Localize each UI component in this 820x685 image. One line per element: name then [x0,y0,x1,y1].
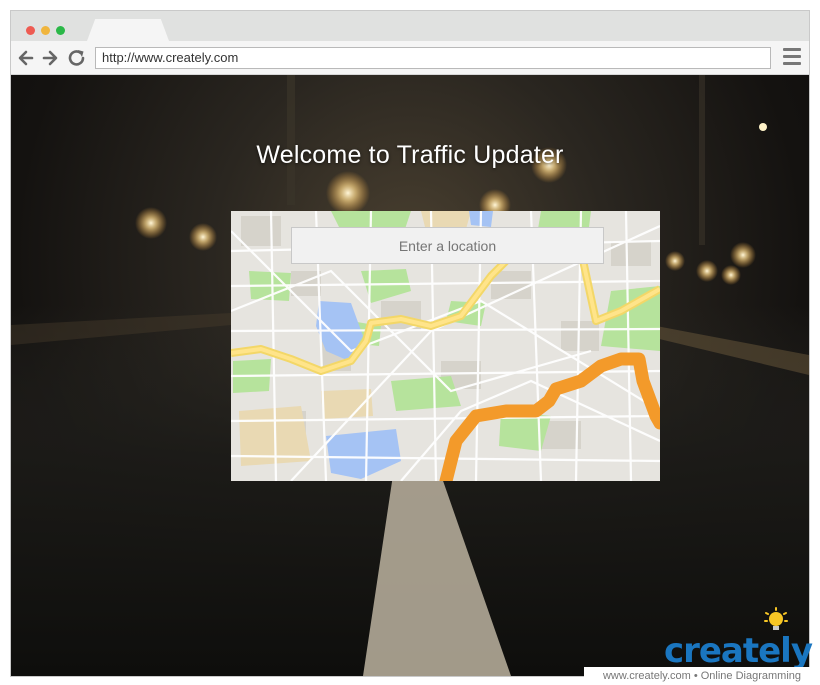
close-window-button[interactable] [26,26,35,35]
page-viewport: Welcome to Traffic Updater [11,75,809,676]
forward-arrow-icon[interactable] [41,47,59,69]
browser-tab[interactable] [87,19,169,41]
map-view[interactable] [231,211,660,481]
watermark-footer: www.creately.com • Online Diagramming [584,667,820,685]
creately-logo: creately [663,631,813,671]
page-title: Welcome to Traffic Updater [256,141,564,169]
minimize-window-button[interactable] [41,26,50,35]
browser-window: http://www.creately.com Welcome to Traff… [10,10,810,677]
menu-icon[interactable] [783,48,801,68]
reload-icon[interactable] [67,47,87,69]
address-bar[interactable]: http://www.creately.com [95,47,771,69]
tab-bar [11,11,809,41]
maximize-window-button[interactable] [56,26,65,35]
back-arrow-icon[interactable] [17,47,35,69]
location-search-input[interactable] [291,227,604,264]
lightbulb-icon [764,607,788,630]
browser-toolbar: http://www.creately.com [11,41,809,75]
